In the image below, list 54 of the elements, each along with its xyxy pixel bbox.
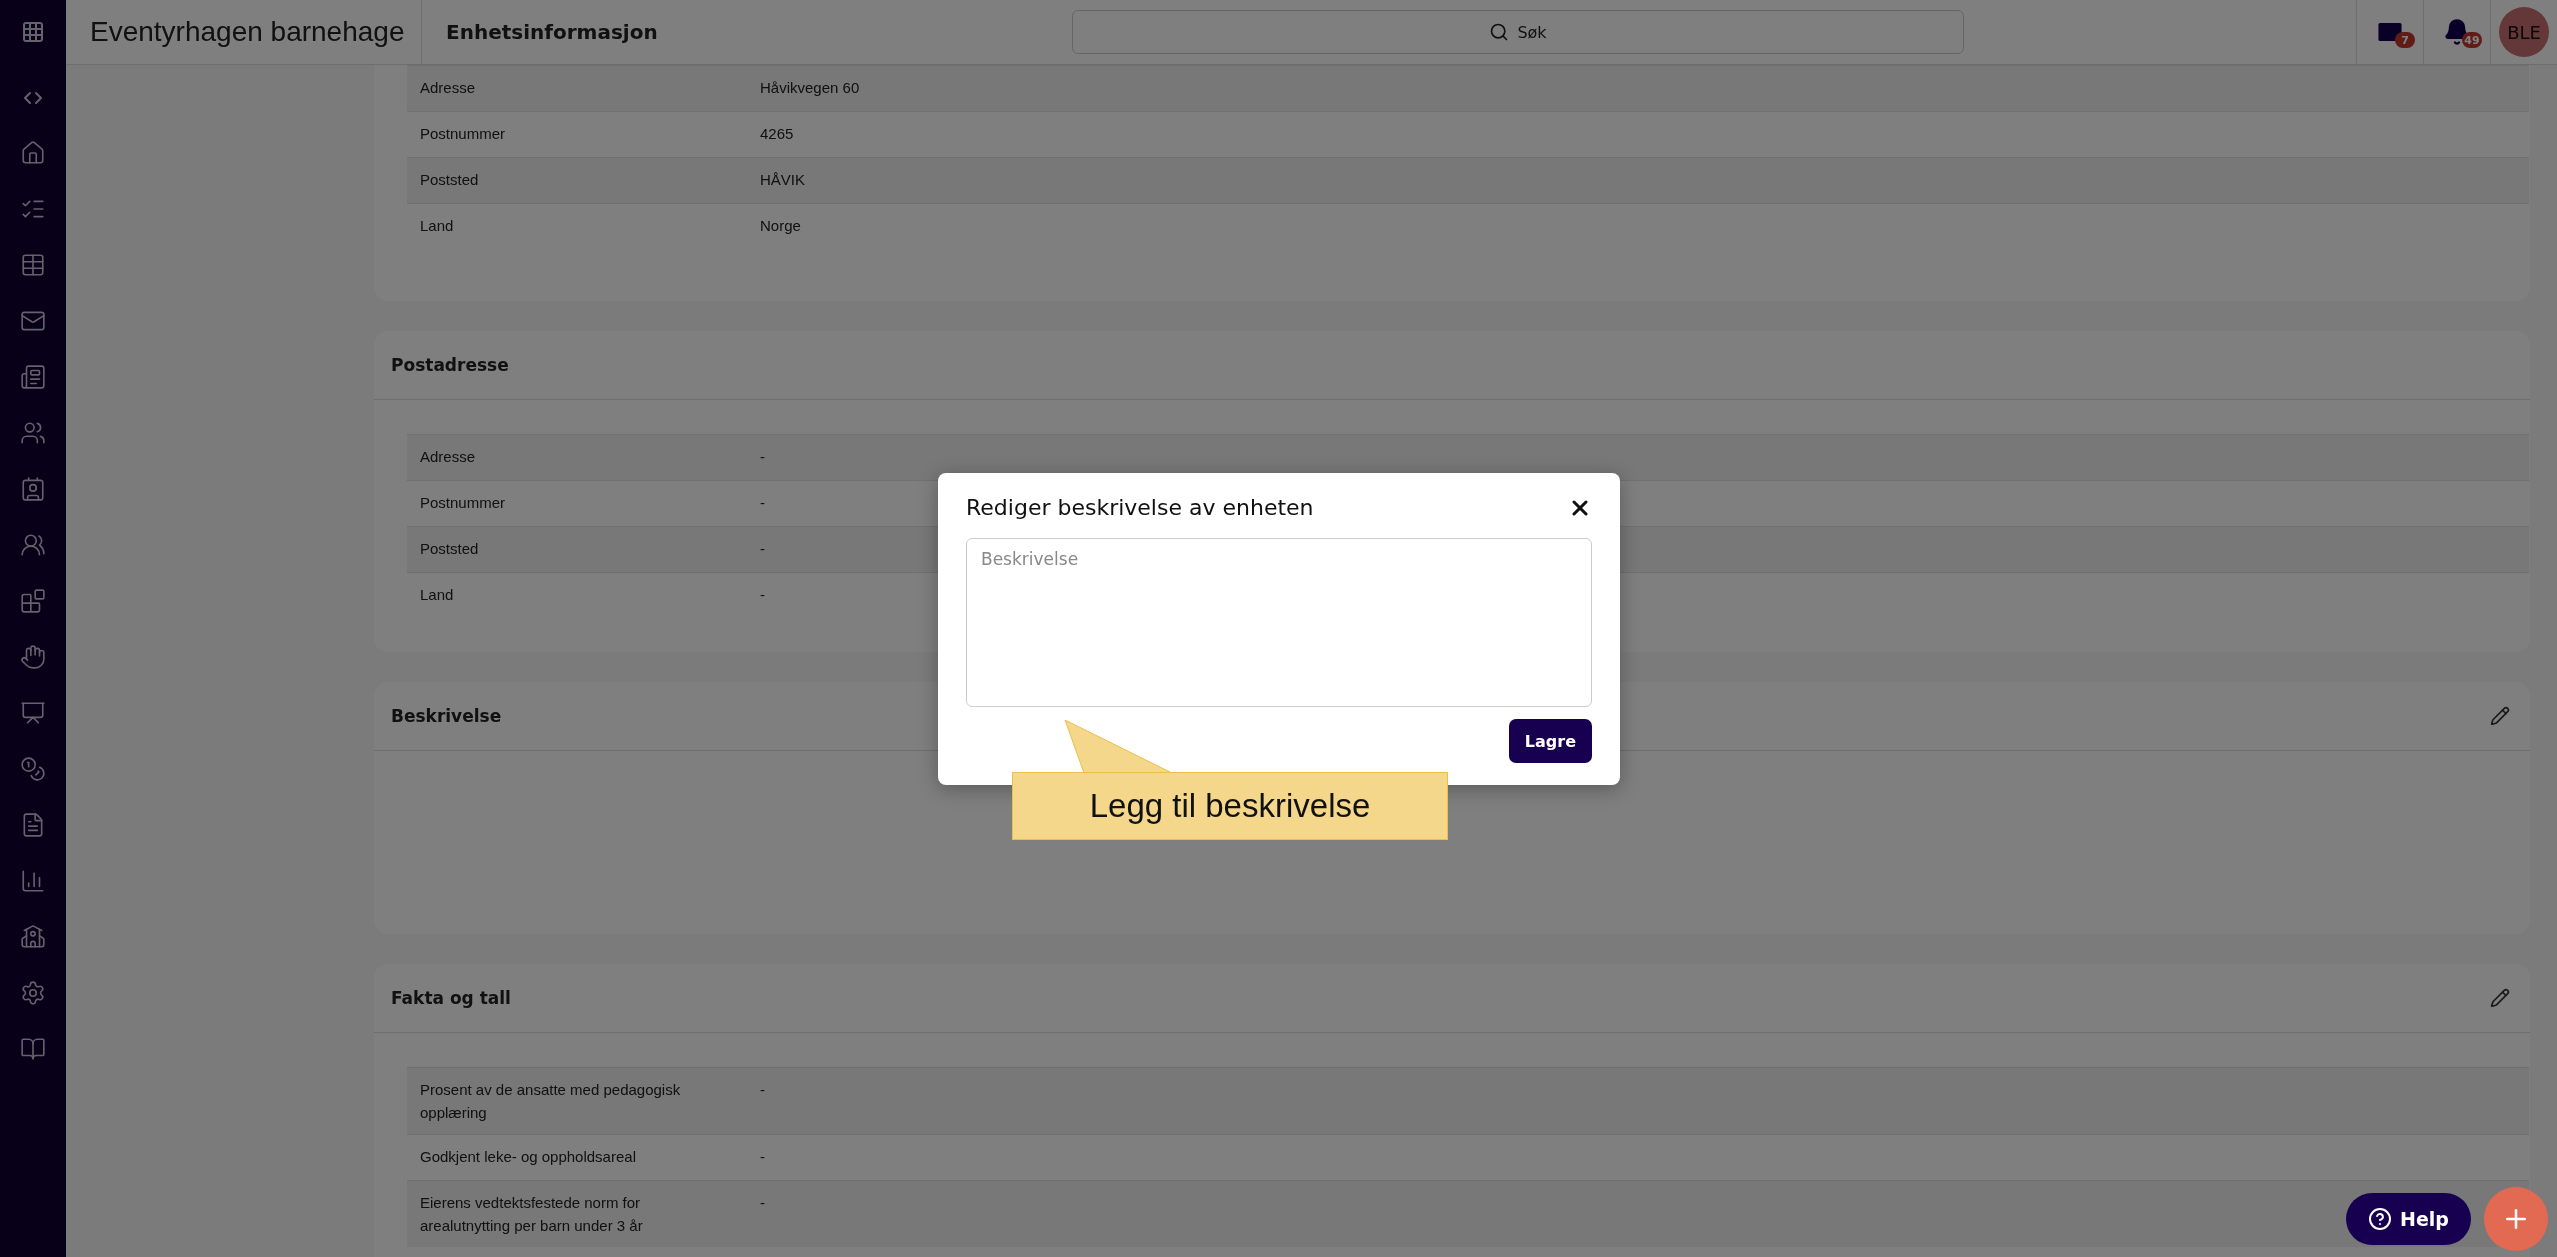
settings-icon[interactable] [20,980,46,1006]
app-title: Eventyrhagen barnehage [66,0,422,64]
field-value: - [760,447,765,467]
field-label: Adresse [419,447,477,467]
field-label: Poststed [419,539,480,559]
search-field[interactable]: Søk [1072,10,1964,54]
field-value: HÅVIK [760,170,805,190]
field-label: Poststed [419,170,480,190]
field-value: - [760,1080,765,1100]
coins-icon[interactable] [20,756,46,782]
group-icon[interactable] [20,532,46,558]
dialog-title: Rediger beskrivelse av enheten [966,495,1314,520]
field-value: - [760,585,765,605]
field-value: - [760,1147,765,1167]
description-field[interactable]: Beskrivelse [966,538,1592,708]
search-placeholder: Søk [1517,22,1547,42]
search-icon [1489,22,1510,42]
newspaper-icon[interactable] [20,364,46,390]
home-icon[interactable] [20,140,46,166]
help-button[interactable]: Help [2346,1193,2471,1245]
apps-grid-icon[interactable] [21,20,45,44]
save-button[interactable]: Lagre [1508,719,1592,763]
hand-icon[interactable] [20,644,46,670]
field-label: Eierens vedtektsfestede norm for arealutnytting per barn under 3 år [419,1193,644,1236]
field-label: Adresse [419,78,477,98]
field-value: 4265 [760,124,794,144]
section-title: Beskrivelse [391,706,502,726]
field-label: Postnummer [419,124,507,144]
pencil-icon[interactable] [2490,988,2510,1008]
field-label: Prosent av de ansatte med pedagogisk opplæring [419,1080,682,1123]
page-title: Enhetsinformasjon [445,20,659,44]
school-icon[interactable] [20,924,46,950]
section-title: Postadresse [391,355,509,375]
field-label: Land [419,216,455,236]
field-label: Postnummer [419,493,507,513]
field-value: - [760,539,765,559]
section-title: Fakta og tall [391,988,511,1008]
field-label: Godkjent leke- og oppholdsareal [419,1147,637,1167]
presentation-icon[interactable] [20,700,46,726]
pencil-icon[interactable] [2490,706,2510,726]
notification-count-badge: 49 [2462,32,2482,48]
field-value: Norge [760,216,801,236]
id-card-icon[interactable] [20,476,46,502]
message-count-badge: 7 [2395,32,2415,48]
people-icon[interactable] [20,420,46,446]
field-value: - [760,1193,765,1213]
book-icon[interactable] [20,1036,46,1062]
blocks-icon[interactable] [20,588,46,614]
field-value: Håvikvegen 60 [760,78,860,98]
field-value: - [760,493,765,513]
bar-chart-icon[interactable] [20,868,46,894]
help-icon [2368,1207,2392,1231]
field-label: Land [419,585,455,605]
grid-icon[interactable] [20,252,46,278]
